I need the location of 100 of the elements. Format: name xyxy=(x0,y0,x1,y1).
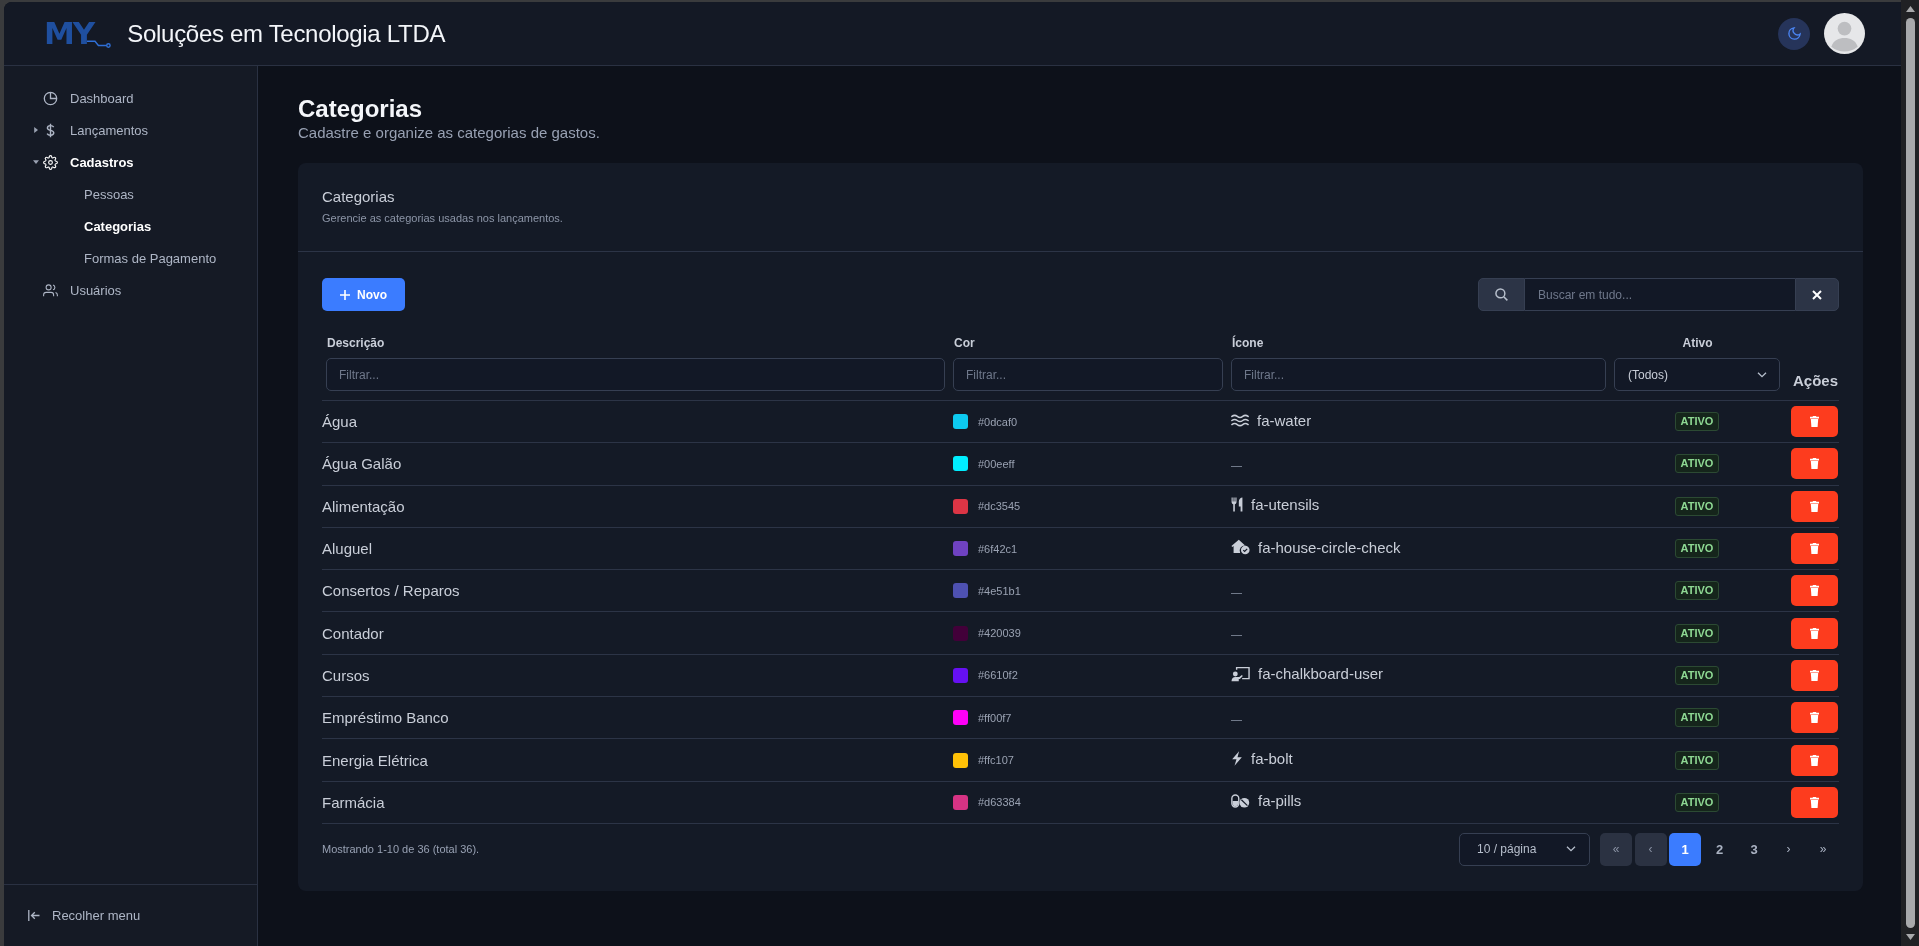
house-check-icon xyxy=(1231,539,1250,556)
filter-field[interactable]: Filtrar... xyxy=(1231,358,1606,391)
chalkboard-person-icon xyxy=(1231,665,1250,682)
fork-knife-icon xyxy=(1231,497,1243,513)
category-name: Água Galão xyxy=(322,455,402,473)
trash-icon xyxy=(1810,500,1819,512)
color-code: #ff00f7 xyxy=(978,711,1012,724)
icon-name: — xyxy=(1231,584,1242,598)
search-icon xyxy=(1495,288,1508,301)
sidebar-item[interactable]: Dashboard xyxy=(4,82,257,114)
category-name: Energia Elétrica xyxy=(322,751,428,769)
icon-name: fa-chalkboard-user xyxy=(1258,665,1384,683)
sidebar-item[interactable]: Usuários xyxy=(4,274,257,306)
category-name: Água xyxy=(322,413,358,431)
page-nav-button[interactable]: » xyxy=(1807,832,1839,866)
avatar-icon[interactable] xyxy=(1824,13,1865,54)
page-nav-button[interactable]: › xyxy=(1772,832,1805,866)
column-header: Ações xyxy=(1792,372,1838,390)
gear-icon xyxy=(43,154,58,170)
status-badge: ATIVO xyxy=(1674,581,1720,601)
trash-icon xyxy=(1810,627,1819,639)
trash-icon xyxy=(1810,796,1819,808)
page-title: Categorias xyxy=(298,95,424,123)
theme-toggle-button[interactable] xyxy=(1778,17,1810,50)
card-subtitle: Gerencie as categorias usadas nos lançamentos. xyxy=(322,211,564,226)
arrow-down-icon[interactable] xyxy=(1905,934,1915,940)
plus-icon xyxy=(340,289,350,300)
trash-icon xyxy=(1810,754,1819,766)
color-code: #d63384 xyxy=(978,796,1021,809)
trash-icon xyxy=(1810,543,1819,555)
status-badge: ATIVO xyxy=(1674,496,1720,516)
users-icon xyxy=(43,282,58,298)
status-badge: ATIVO xyxy=(1674,750,1720,770)
water-waves-icon xyxy=(1231,413,1249,427)
icon-name: fa-pills xyxy=(1258,792,1302,810)
status-badge: ATIVO xyxy=(1674,454,1720,474)
chevron-down-icon xyxy=(1757,371,1767,378)
column-header: Ativo xyxy=(1681,336,1714,350)
clear-search-button[interactable] xyxy=(1795,278,1839,311)
delete-button[interactable] xyxy=(1791,490,1838,522)
color-code: #420039 xyxy=(978,627,1021,640)
category-name: Farmácia xyxy=(322,793,385,811)
color-code: #0dcaf0 xyxy=(978,415,1018,428)
page-number-button[interactable]: 2 xyxy=(1703,832,1736,866)
collapse-menu-button[interactable]: Recolher menu xyxy=(28,908,141,923)
color-code: #4e51b1 xyxy=(978,584,1021,597)
close-icon xyxy=(1812,289,1822,300)
arrow-up-icon[interactable] xyxy=(1905,6,1915,12)
category-name: Empréstimo Banco xyxy=(322,709,449,727)
status-badge: ATIVO xyxy=(1674,708,1720,728)
trash-icon xyxy=(1810,669,1819,681)
category-name: Cursos xyxy=(322,666,370,684)
delete-button[interactable] xyxy=(1791,533,1838,565)
trash-icon xyxy=(1810,585,1819,597)
sidebar-subitem[interactable]: Formas de Pagamento xyxy=(4,242,257,274)
category-name: Alimentação xyxy=(322,497,405,515)
delete-button[interactable] xyxy=(1791,744,1838,776)
collapse-arrow-icon xyxy=(28,910,40,921)
pie-chart-icon xyxy=(43,90,58,106)
card-title: Categorias xyxy=(322,187,396,207)
delete-button[interactable] xyxy=(1791,617,1838,649)
delete-button[interactable] xyxy=(1791,448,1838,480)
search-field[interactable]: Buscar em tudo... xyxy=(1525,278,1795,311)
sidebar-subitem[interactable]: Categorias xyxy=(4,210,257,242)
pagination-summary: Mostrando 1-10 de 36 (total 36). xyxy=(322,843,480,856)
icon-name: fa-bolt xyxy=(1251,750,1293,767)
delete-button[interactable] xyxy=(1791,702,1838,734)
delete-button[interactable] xyxy=(1791,575,1838,607)
filter-field[interactable]: Filtrar... xyxy=(953,358,1223,391)
color-code: #6610f2 xyxy=(978,669,1018,682)
column-header: Ícone xyxy=(1231,336,1265,350)
category-name: Aluguel xyxy=(322,540,373,558)
filter-field[interactable]: Filtrar... xyxy=(326,358,945,391)
scrollbar-thumb[interactable] xyxy=(1905,18,1915,928)
color-code: #dc3545 xyxy=(978,500,1021,513)
app-title: Soluções em Tecnologia LTDA xyxy=(127,19,446,48)
icon-name: — xyxy=(1231,711,1242,725)
delete-button[interactable] xyxy=(1791,659,1838,691)
sidebar-item[interactable]: Lançamentos xyxy=(4,114,257,146)
icon-name: — xyxy=(1231,457,1242,471)
icon-name: fa-house-circle-check xyxy=(1258,538,1401,556)
delete-button[interactable] xyxy=(1791,786,1838,818)
column-header: Descrição xyxy=(326,336,386,350)
new-button[interactable]: Novo xyxy=(322,278,405,311)
pills-icon xyxy=(1231,792,1250,809)
sidebar-item[interactable]: Cadastros xyxy=(4,146,257,178)
delete-button[interactable] xyxy=(1791,406,1838,438)
trash-icon xyxy=(1810,458,1819,470)
page-number-button[interactable]: 1 xyxy=(1669,832,1701,866)
color-code: #6f42c1 xyxy=(978,542,1018,555)
moon-icon xyxy=(1786,26,1802,41)
status-filter-select[interactable]: (Todos) xyxy=(1614,358,1780,391)
icon-name: fa-utensils xyxy=(1251,496,1320,514)
page-size-select[interactable]: 10 / página xyxy=(1459,832,1590,866)
lightning-bolt-icon xyxy=(1231,751,1243,766)
status-badge: ATIVO xyxy=(1674,792,1720,812)
color-code: #00eeff xyxy=(978,457,1015,470)
category-name: Contador xyxy=(322,624,384,642)
page-number-button[interactable]: 3 xyxy=(1738,832,1770,866)
sidebar-subitem[interactable]: Pessoas xyxy=(4,178,257,210)
